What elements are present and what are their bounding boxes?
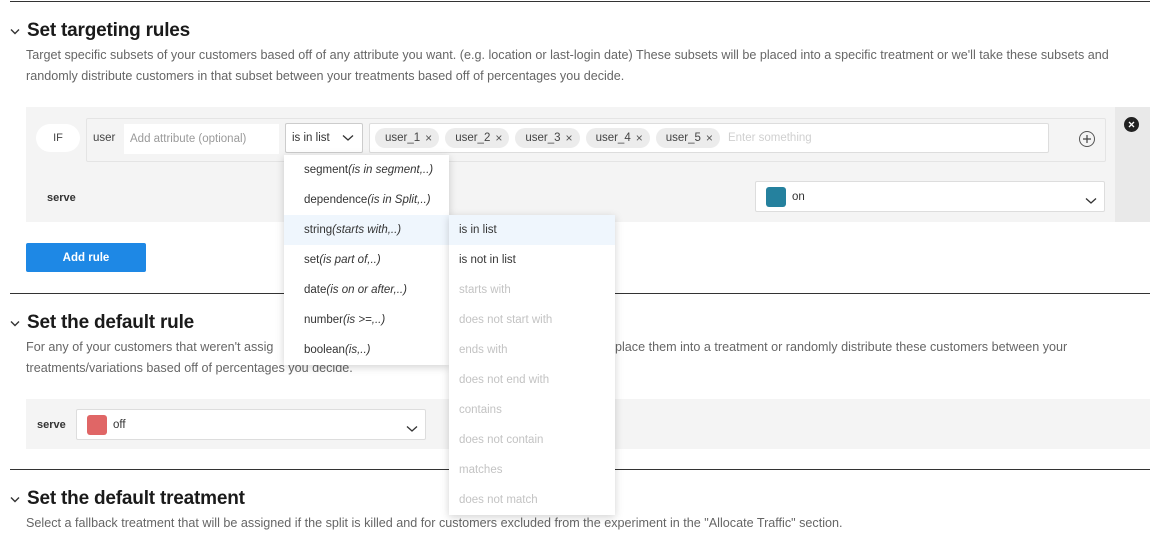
chevron-down-icon (342, 133, 354, 145)
item-hint: (is part of,..) (319, 254, 381, 266)
if-label: IF (36, 124, 80, 152)
tag-label: user_4 (595, 132, 631, 144)
tag-label: user_1 (385, 132, 421, 144)
menu-item-set[interactable]: set (is part of,..) (284, 245, 449, 275)
item-hint: (is on or after,..) (326, 284, 407, 296)
tag-label: user_3 (525, 132, 561, 144)
item-hint: (is,..) (344, 344, 371, 356)
values-input-box[interactable]: user_1 × user_2 × user_3 × user_4 × user_5 × (369, 123, 1049, 153)
targeting-rule: IF user is in list user_1 × user_2 × user_… (26, 107, 1150, 222)
add-rule-button[interactable]: Add rule (26, 243, 146, 272)
add-condition-icon[interactable] (1079, 131, 1095, 147)
section-divider (10, 1, 1150, 2)
condition-row: user is in list user_1 × user_2 × user_3 × … (86, 118, 1106, 162)
item-type: boolean (304, 344, 345, 356)
submenu-item: starts with (459, 284, 511, 296)
default-rule-header[interactable]: Set the default rule (10, 312, 194, 334)
item-hint: (is in segment,..) (348, 164, 434, 176)
remove-tag-icon[interactable]: × (495, 131, 502, 145)
attribute-input[interactable] (124, 124, 279, 154)
menu-item-segment[interactable]: segment (is in segment,..) (284, 155, 449, 185)
treatment-color-swatch (766, 186, 786, 207)
remove-tag-icon[interactable]: × (566, 131, 573, 145)
chevron-down-icon[interactable] (10, 317, 22, 329)
section-title: Set the default rule (27, 312, 195, 333)
tag-label: user_5 (665, 132, 701, 144)
rule-actions-strip (1115, 107, 1150, 222)
item-hint: (is >=,..) (343, 314, 386, 326)
item-hint: (is in Split,..) (367, 194, 431, 206)
remove-tag-icon[interactable]: × (636, 131, 643, 145)
string-matcher-submenu: is in list is not in list starts with do… (449, 215, 615, 515)
submenu-item[interactable]: is in list (449, 215, 615, 245)
submenu-item[interactable]: is not in list (449, 245, 615, 275)
section-description: Target specific subsets of your customer… (26, 48, 1109, 83)
default-treatment-select[interactable]: off (76, 409, 426, 440)
treatment-value: off (113, 418, 126, 431)
remove-tag-icon[interactable]: × (425, 131, 432, 145)
tag-label: user_2 (455, 132, 491, 144)
chevron-down-icon (1085, 192, 1097, 210)
description-start: For any of your customers that weren't a… (26, 340, 274, 354)
item-type: date (304, 284, 327, 296)
item-type: set (304, 254, 320, 266)
serve-label: serve (47, 192, 76, 204)
submenu-item: matches (459, 464, 503, 476)
item-type: dependence (304, 194, 368, 206)
submenu-item: does not end with (459, 374, 550, 386)
value-tag: user_4 × (585, 128, 650, 148)
treatment-color-swatch (87, 414, 107, 435)
chevron-down-icon (406, 420, 418, 438)
value-tag: user_3 × (515, 128, 580, 148)
rule-treatment-select[interactable]: on (755, 181, 1105, 212)
item-type: string (304, 224, 333, 236)
submenu-item: does not start with (459, 314, 553, 326)
treatment-value: on (792, 190, 805, 203)
matcher-select[interactable]: is in list (285, 123, 363, 153)
submenu-item: does not contain (459, 434, 544, 446)
value-tag: user_2 × (445, 128, 510, 148)
description-end: place them into a treatment or randomly … (615, 340, 1068, 354)
matcher-value: is in list (292, 132, 330, 144)
section-title: Set targeting rules (27, 20, 191, 41)
subject-label: user (93, 132, 116, 144)
chevron-down-icon[interactable] (10, 493, 22, 505)
chevron-down-icon[interactable] (10, 25, 22, 37)
value-tag: user_1 × (375, 128, 440, 148)
default-treatment-header[interactable]: Set the default treatment (10, 488, 245, 510)
item-type: segment (304, 164, 349, 176)
item-type: number (304, 314, 343, 326)
targeting-rules-header[interactable]: Set targeting rules (10, 20, 190, 42)
menu-item-boolean[interactable]: boolean (is,..) (284, 335, 449, 365)
value-tag: user_5 × (655, 128, 720, 148)
menu-item-number[interactable]: number (is >=,..) (284, 305, 449, 335)
submenu-item: does not match (459, 494, 538, 506)
menu-item-date[interactable]: date (is on or after,..) (284, 275, 449, 305)
serve-label: serve (37, 419, 66, 431)
menu-item-dependence[interactable]: dependence (is in Split,..) (284, 185, 449, 215)
section-title: Set the default treatment (27, 488, 245, 509)
matcher-type-menu: segment (is in segment,..) dependence (is … (284, 155, 449, 365)
values-input[interactable] (725, 131, 930, 145)
remove-rule-icon[interactable] (1124, 117, 1139, 132)
remove-tag-icon[interactable]: × (706, 131, 713, 145)
submenu-item: contains (459, 404, 502, 416)
item-hint: (starts with,..) (332, 224, 402, 236)
menu-item-string[interactable]: string (starts with,..) (284, 215, 449, 245)
submenu-item: ends with (459, 344, 508, 356)
section-description: Select a fallback treatment that will be… (26, 516, 843, 530)
